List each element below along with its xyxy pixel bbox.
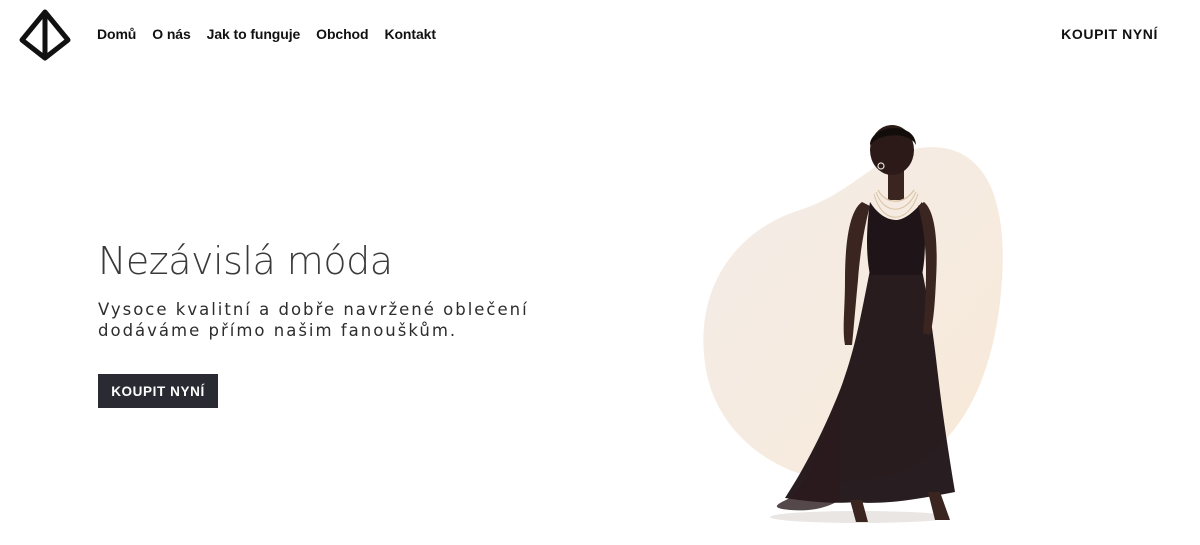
main-nav: Domů O nás Jak to funguje Obchod Kontakt — [97, 25, 436, 43]
hero-image — [690, 120, 1020, 545]
nav-link-home[interactable]: Domů — [97, 25, 136, 43]
model-illustration — [703, 125, 1003, 523]
nav-link-how-it-works[interactable]: Jak to funguje — [207, 25, 301, 43]
hero-buy-now-button[interactable]: KOUPIT NYNÍ — [98, 374, 218, 408]
nav-link-contact[interactable]: Kontakt — [384, 25, 436, 43]
nav-link-about[interactable]: O nás — [152, 25, 191, 43]
hero-subtitle: Vysoce kvalitní a dobře navržené oblečen… — [98, 299, 529, 341]
site-header: Domů O nás Jak to funguje Obchod Kontakt… — [0, 0, 1200, 70]
header-buy-now-link[interactable]: KOUPIT NYNÍ — [1061, 25, 1158, 43]
hero-title: Nezávislá móda — [98, 239, 393, 283]
hero-subtitle-line-2: dodáváme přímo našim fanouškům. — [98, 321, 458, 340]
hero-subtitle-line-1: Vysoce kvalitní a dobře navržené oblečen… — [98, 300, 529, 319]
diamond-logo-icon[interactable] — [19, 9, 71, 61]
nav-link-shop[interactable]: Obchod — [316, 25, 368, 43]
